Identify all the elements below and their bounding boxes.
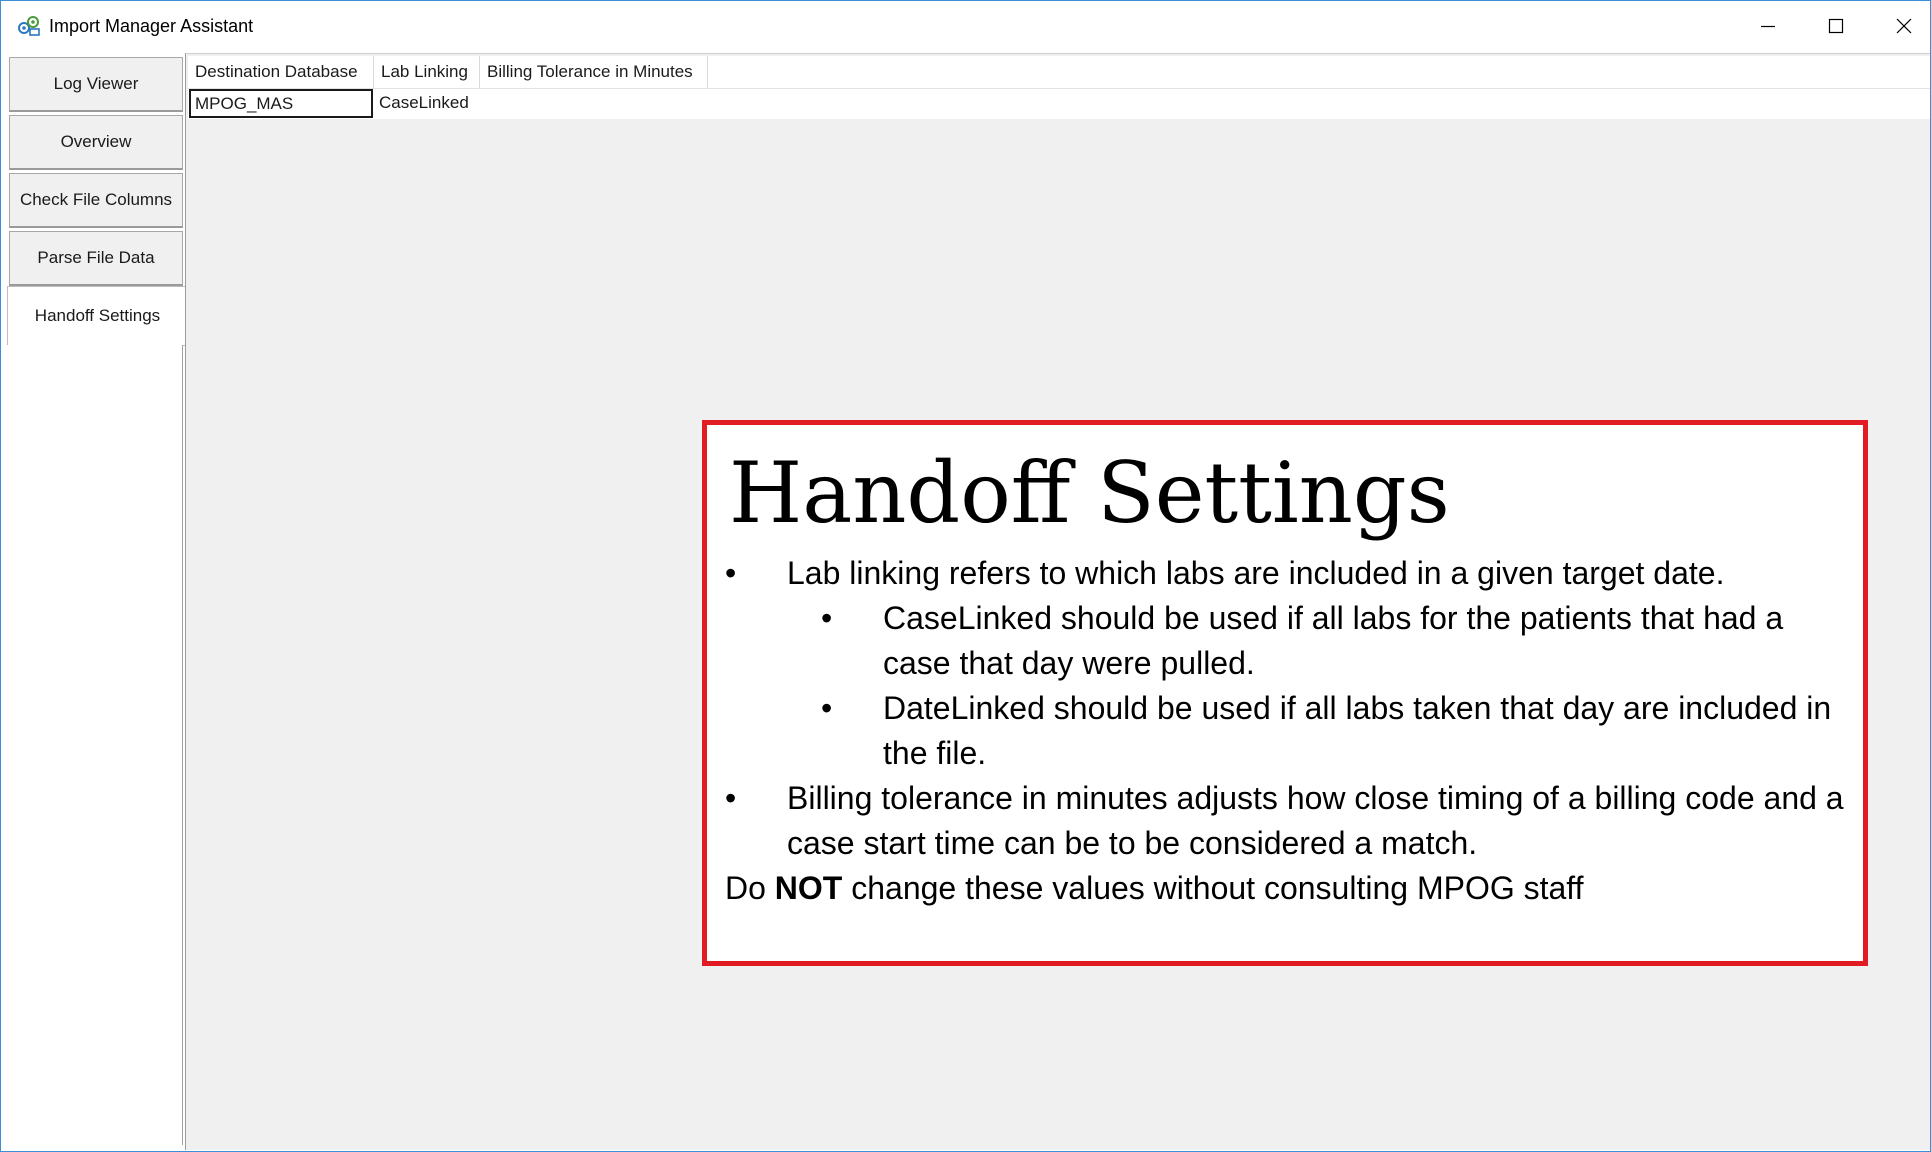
app-window: Import Manager Assistant Log Viewer Over… [0, 0, 1931, 1152]
tab-label: Log Viewer [53, 74, 139, 93]
note-suffix: change these values without consulting M… [842, 870, 1584, 906]
column-header-destination-database[interactable]: Destination Database [188, 56, 374, 88]
app-icon [17, 15, 41, 37]
destination-database-cell[interactable]: MPOG_MAS [189, 89, 373, 118]
note-prefix: Do [725, 870, 775, 906]
tab-check-file-columns[interactable]: Check File Columns [9, 173, 183, 228]
list-item-text: DateLinked should be used if all labs ta… [883, 690, 1832, 771]
list-item: • Billing tolerance in minutes adjusts h… [725, 776, 1845, 866]
tab-handoff-settings[interactable]: Handoff Settings [7, 286, 187, 346]
warning-note: Do NOT change these values without consu… [725, 866, 1845, 911]
list-item-text: Lab linking refers to which labs are inc… [787, 555, 1725, 591]
bullet-icon: • [821, 600, 833, 636]
list-item: • DateLinked should be used if all labs … [725, 686, 1845, 776]
close-icon [1896, 18, 1912, 34]
callout-title: Handoff Settings [729, 444, 1450, 542]
maximize-icon [1828, 18, 1844, 34]
title-bar[interactable]: Import Manager Assistant [1, 1, 1930, 51]
column-header-lab-linking[interactable]: Lab Linking [374, 56, 480, 88]
bullet-icon: • [725, 780, 737, 816]
tab-label: Handoff Settings [34, 306, 161, 325]
list-item: • CaseLinked should be used if all labs … [725, 596, 1845, 686]
tab-parse-file-data[interactable]: Parse File Data [9, 231, 183, 286]
callout-list: • Lab linking refers to which labs are i… [725, 551, 1845, 911]
minimize-button[interactable] [1734, 1, 1802, 51]
tab-label: Overview [60, 132, 132, 151]
bullet-icon: • [725, 555, 737, 591]
close-button[interactable] [1870, 1, 1930, 51]
window-title: Import Manager Assistant [49, 16, 254, 36]
note-emphasis: NOT [774, 870, 843, 906]
tab-label: Check File Columns [19, 190, 173, 209]
minimize-icon [1761, 25, 1775, 28]
table-row[interactable]: MPOG_MAS CaseLinked [188, 89, 1930, 119]
list-item-text: CaseLinked should be used if all labs fo… [883, 600, 1784, 681]
tab-label: Parse File Data [37, 248, 155, 267]
list-item-text: Billing tolerance in minutes adjusts how… [787, 780, 1844, 861]
bullet-icon: • [821, 690, 833, 726]
tab-log-viewer[interactable]: Log Viewer [9, 57, 183, 112]
tab-overview[interactable]: Overview [9, 115, 183, 170]
column-header-billing-tolerance[interactable]: Billing Tolerance in Minutes [480, 56, 708, 88]
list-item: • Lab linking refers to which labs are i… [725, 551, 1845, 596]
grid-header: Destination Database Lab Linking Billing… [188, 56, 1930, 89]
annotation-callout: Handoff Settings • Lab linking refers to… [702, 420, 1868, 966]
tab-strip-body [4, 345, 183, 1145]
lab-linking-cell[interactable]: CaseLinked [375, 89, 485, 117]
maximize-button[interactable] [1802, 1, 1870, 51]
